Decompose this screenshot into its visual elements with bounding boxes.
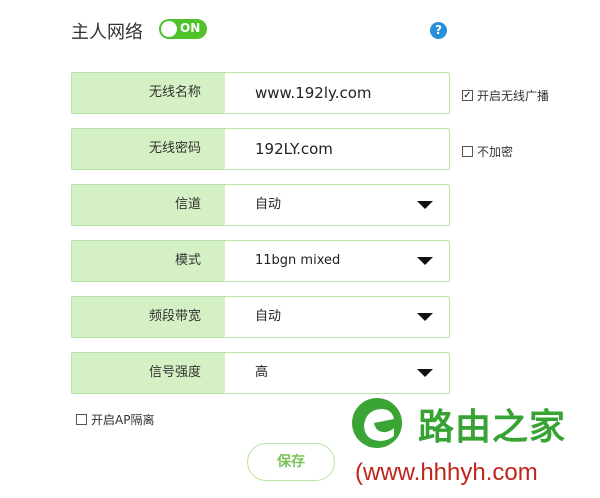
ap-isolation-label: 开启AP隔离 [91, 413, 155, 427]
host-network-toggle[interactable]: ON [159, 19, 207, 39]
watermark-logo-icon [352, 398, 402, 448]
signal-select[interactable]: 高 [225, 353, 268, 393]
password-row: 无线密码 192LY.com [71, 128, 450, 170]
toggle-label: ON [180, 21, 201, 35]
channel-row: 信道 自动 [71, 184, 450, 226]
help-icon[interactable]: ? [430, 22, 447, 39]
chevron-down-icon[interactable] [417, 313, 433, 321]
ap-isolation-option[interactable]: 开启AP隔离 [76, 411, 154, 428]
channel-select[interactable]: 自动 [225, 185, 281, 225]
bandwidth-label: 频段带宽 [72, 297, 225, 337]
broadcast-checkbox[interactable]: ✓ [462, 90, 473, 101]
channel-label: 信道 [72, 185, 225, 225]
mode-select[interactable]: 11bgn mixed [225, 241, 340, 281]
password-input[interactable]: 192LY.com [225, 129, 333, 169]
broadcast-option[interactable]: ✓ 开启无线广播 [462, 87, 549, 104]
page-title: 主人网络 [71, 22, 143, 43]
broadcast-label: 开启无线广播 [477, 89, 550, 103]
no-encrypt-label: 不加密 [477, 145, 514, 159]
save-button[interactable]: 保存 [247, 443, 335, 481]
signal-row: 信号强度 高 [71, 352, 450, 394]
bandwidth-row: 频段带宽 自动 [71, 296, 450, 338]
watermark-brand: 路由之家 [418, 407, 567, 448]
ap-isolation-checkbox[interactable] [76, 414, 87, 425]
chevron-down-icon[interactable] [417, 257, 433, 265]
bandwidth-select[interactable]: 自动 [225, 297, 281, 337]
signal-label: 信号强度 [72, 353, 225, 393]
chevron-down-icon[interactable] [417, 201, 433, 209]
watermark-url: (www.hhhyh.com [355, 459, 538, 486]
no-encrypt-checkbox[interactable] [462, 146, 473, 157]
ssid-label: 无线名称 [72, 73, 225, 113]
mode-row: 模式 11bgn mixed [71, 240, 450, 282]
no-encrypt-option[interactable]: 不加密 [462, 143, 513, 160]
ssid-row: 无线名称 www.192ly.com [71, 72, 450, 114]
toggle-knob [161, 21, 177, 37]
mode-label: 模式 [72, 241, 225, 281]
ssid-input[interactable]: www.192ly.com [225, 73, 372, 113]
password-label: 无线密码 [72, 129, 225, 169]
chevron-down-icon[interactable] [417, 369, 433, 377]
